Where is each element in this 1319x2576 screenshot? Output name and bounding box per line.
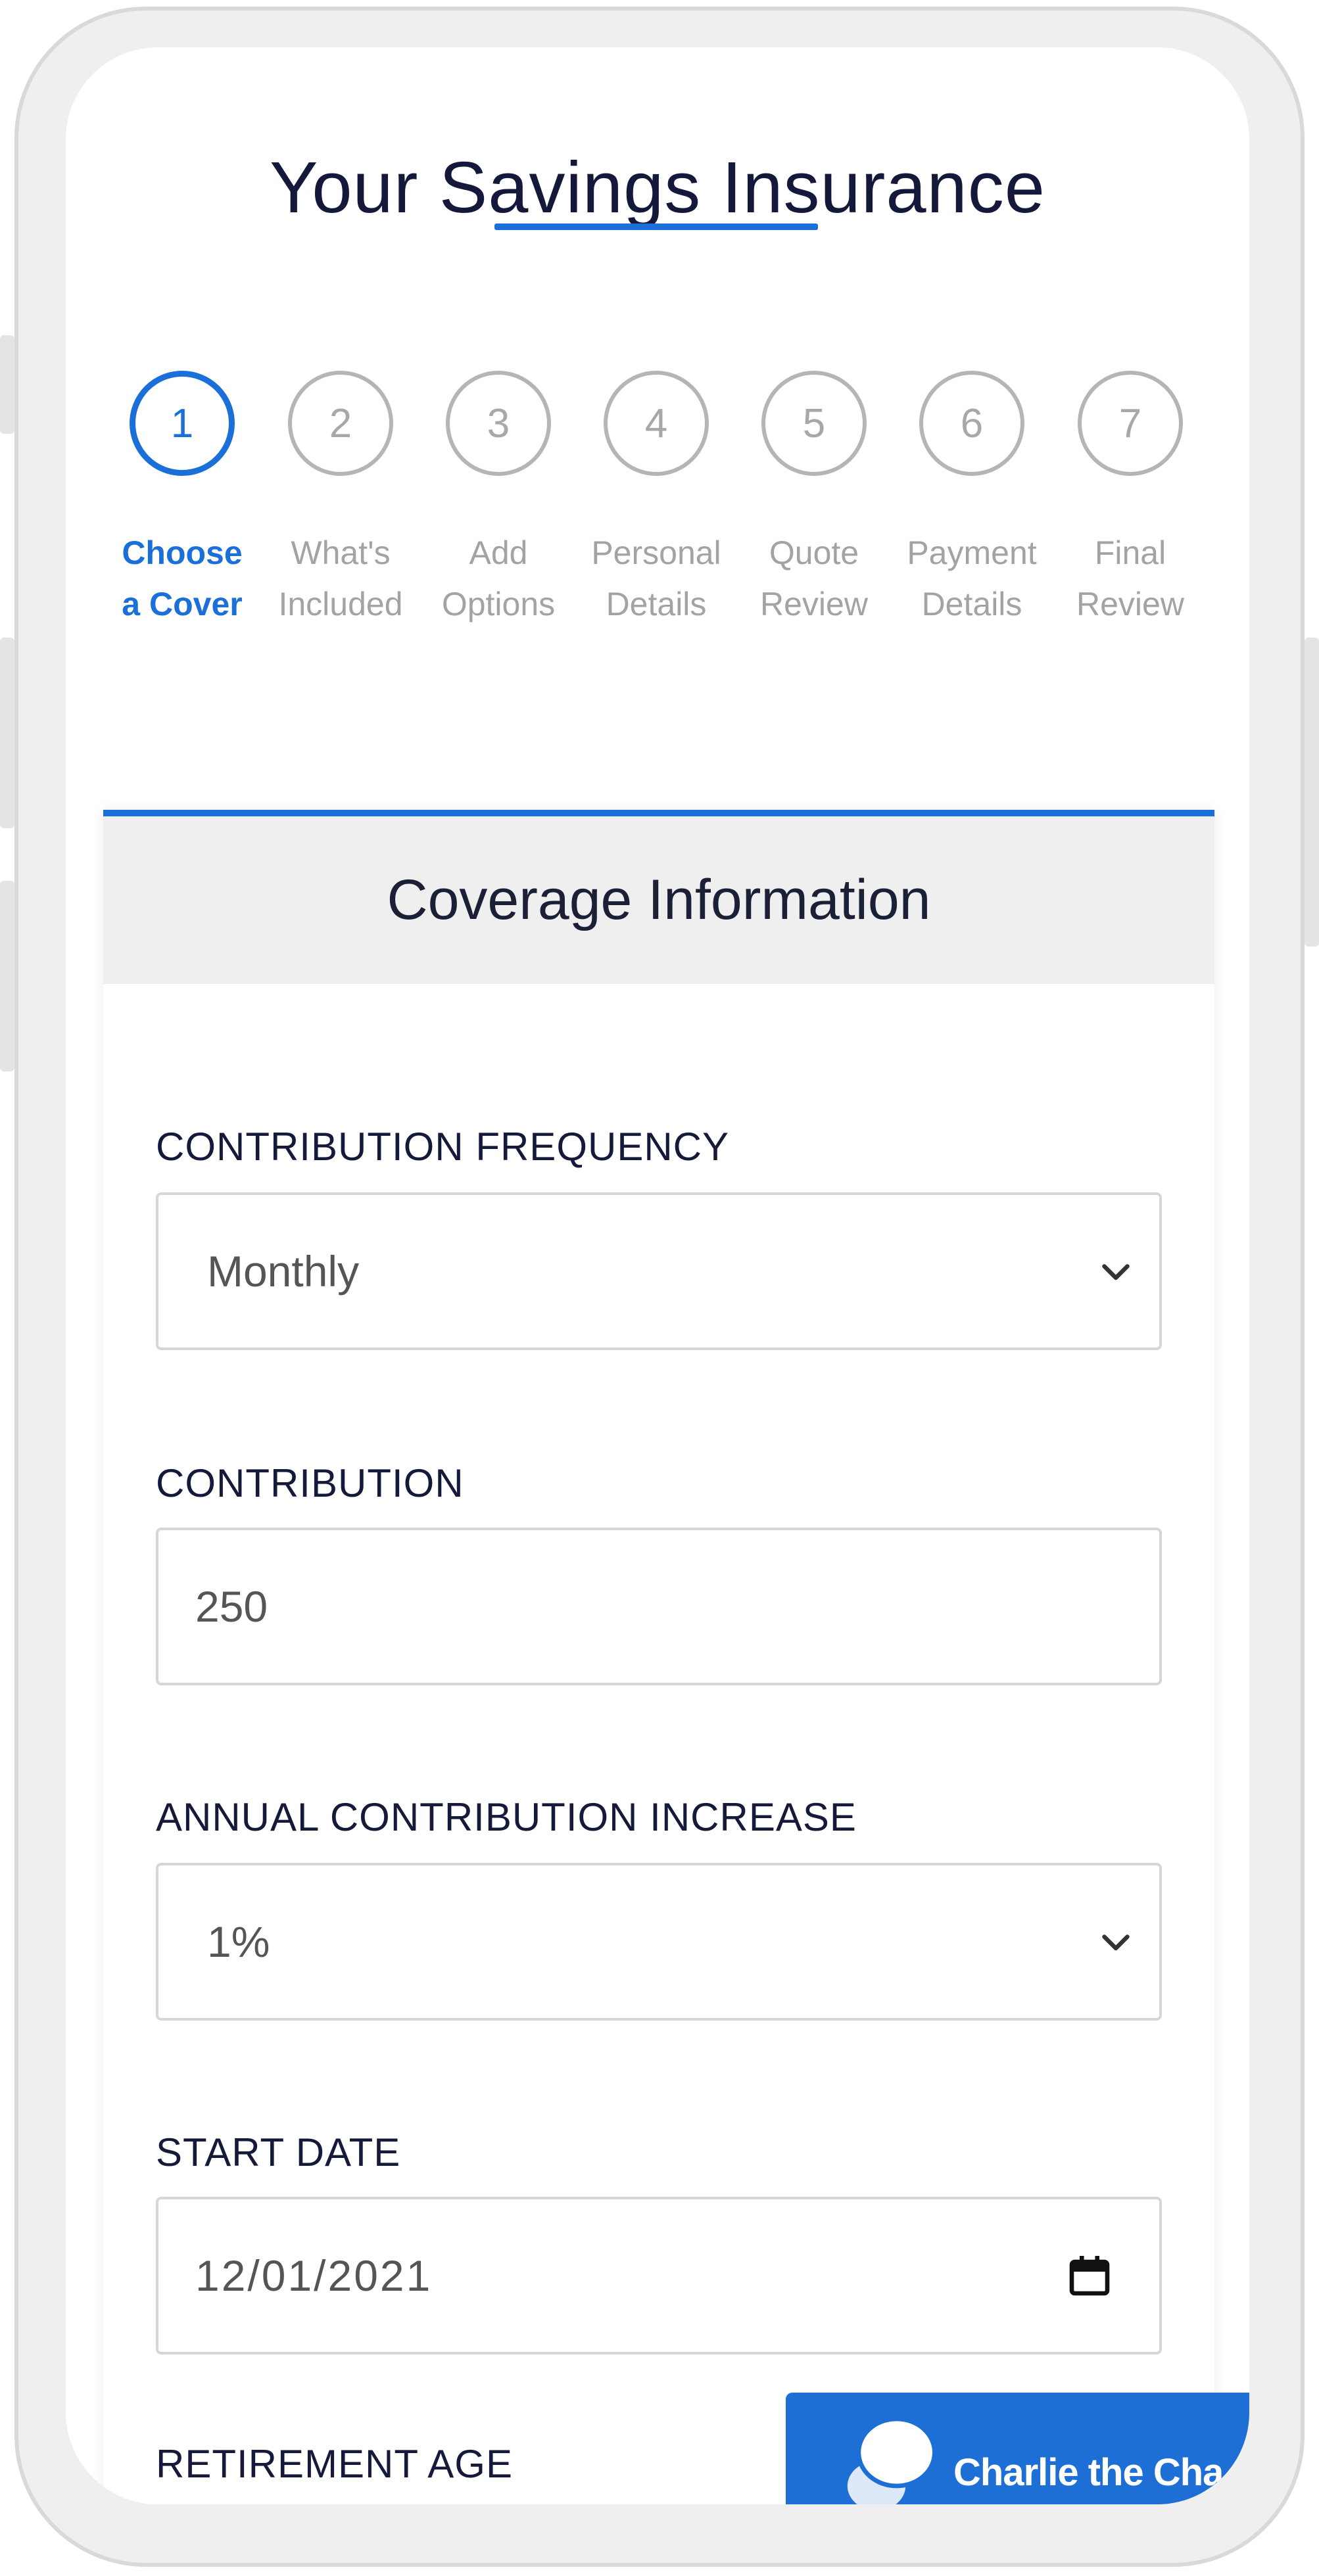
step-label-line: Included — [278, 586, 403, 622]
chat-bubble-icon — [847, 2416, 937, 2504]
contribution-frequency-label: CONTRIBUTION FREQUENCY — [156, 1125, 730, 1169]
step-label-line: Quote — [769, 534, 859, 571]
step-circle: 4 — [604, 371, 709, 476]
step-label-line: Choose — [122, 534, 243, 571]
contribution-label: CONTRIBUTION — [156, 1461, 464, 1505]
step-label: What's Included — [262, 527, 420, 630]
step-4[interactable]: 4 Personal Details — [577, 371, 735, 630]
step-label-line: Review — [1076, 586, 1184, 622]
select-value: Monthly — [207, 1247, 360, 1296]
step-circle: 5 — [761, 371, 867, 476]
step-label: Add Options — [420, 527, 577, 630]
device-side-button — [0, 335, 14, 434]
step-label-line: Review — [760, 586, 868, 622]
step-1[interactable]: 1 Choose a Cover — [103, 371, 261, 630]
device-side-button — [1305, 638, 1319, 947]
step-label-line: Payment — [907, 534, 1037, 571]
step-label-line: Final — [1094, 534, 1166, 571]
contribution-frequency-select[interactable]: Monthly — [156, 1192, 1162, 1350]
phone-screen: Your Savings Insurance 1 Choose a Cover … — [66, 47, 1249, 2504]
device-side-button — [0, 638, 14, 828]
contribution-input[interactable]: 250 — [156, 1528, 1162, 1685]
step-label-line: Add — [469, 534, 528, 571]
input-value: 250 — [195, 1582, 268, 1631]
step-label-line: Details — [921, 586, 1022, 622]
step-label-line: a Cover — [122, 586, 243, 622]
select-value: 1% — [207, 1917, 270, 1966]
step-2[interactable]: 2 What's Included — [262, 371, 420, 630]
calendar-icon[interactable] — [1066, 2252, 1113, 2299]
start-date-input[interactable]: 12/01/2021 — [156, 2197, 1162, 2354]
step-circle: 2 — [288, 371, 393, 476]
step-label: Personal Details — [577, 527, 735, 630]
step-5[interactable]: 5 Quote Review — [735, 371, 893, 630]
annual-increase-label: ANNUAL CONTRIBUTION INCREASE — [156, 1795, 857, 1839]
page-title: Your Savings Insurance — [270, 147, 1045, 228]
progress-stepper: 1 Choose a Cover 2 What's Included 3 Add… — [66, 371, 1249, 699]
step-circle: 7 — [1078, 371, 1183, 476]
step-circle: 1 — [130, 371, 235, 476]
chat-label: Charlie the Cha — [953, 2451, 1224, 2494]
input-value: 12/01/2021 — [195, 2251, 433, 2300]
card-header: Coverage Information — [103, 816, 1214, 984]
step-label: Quote Review — [735, 527, 893, 630]
step-label-line: Details — [606, 586, 707, 622]
step-circle: 6 — [919, 371, 1024, 476]
step-label-line: Options — [441, 586, 556, 622]
step-label-line: What's — [291, 534, 391, 571]
start-date-label: START DATE — [156, 2130, 401, 2174]
retirement-age-label: RETIREMENT AGE — [156, 2442, 513, 2486]
chat-widget-button[interactable]: Charlie the Cha — [786, 2393, 1249, 2504]
title-underline — [494, 223, 818, 230]
coverage-card: Coverage Information CONTRIBUTION FREQUE… — [103, 810, 1214, 2504]
step-circle: 3 — [446, 371, 551, 476]
step-label: Choose a Cover — [103, 527, 261, 630]
step-3[interactable]: 3 Add Options — [420, 371, 577, 630]
chevron-down-icon — [1102, 1934, 1130, 1951]
step-6[interactable]: 6 Payment Details — [893, 371, 1051, 630]
step-label: Payment Details — [893, 527, 1051, 630]
step-label: Final Review — [1051, 527, 1209, 630]
device-side-button — [0, 881, 14, 1071]
chevron-down-icon — [1102, 1264, 1130, 1280]
step-label-line: Personal — [591, 534, 721, 571]
annual-increase-select[interactable]: 1% — [156, 1863, 1162, 2021]
step-7[interactable]: 7 Final Review — [1051, 371, 1209, 630]
